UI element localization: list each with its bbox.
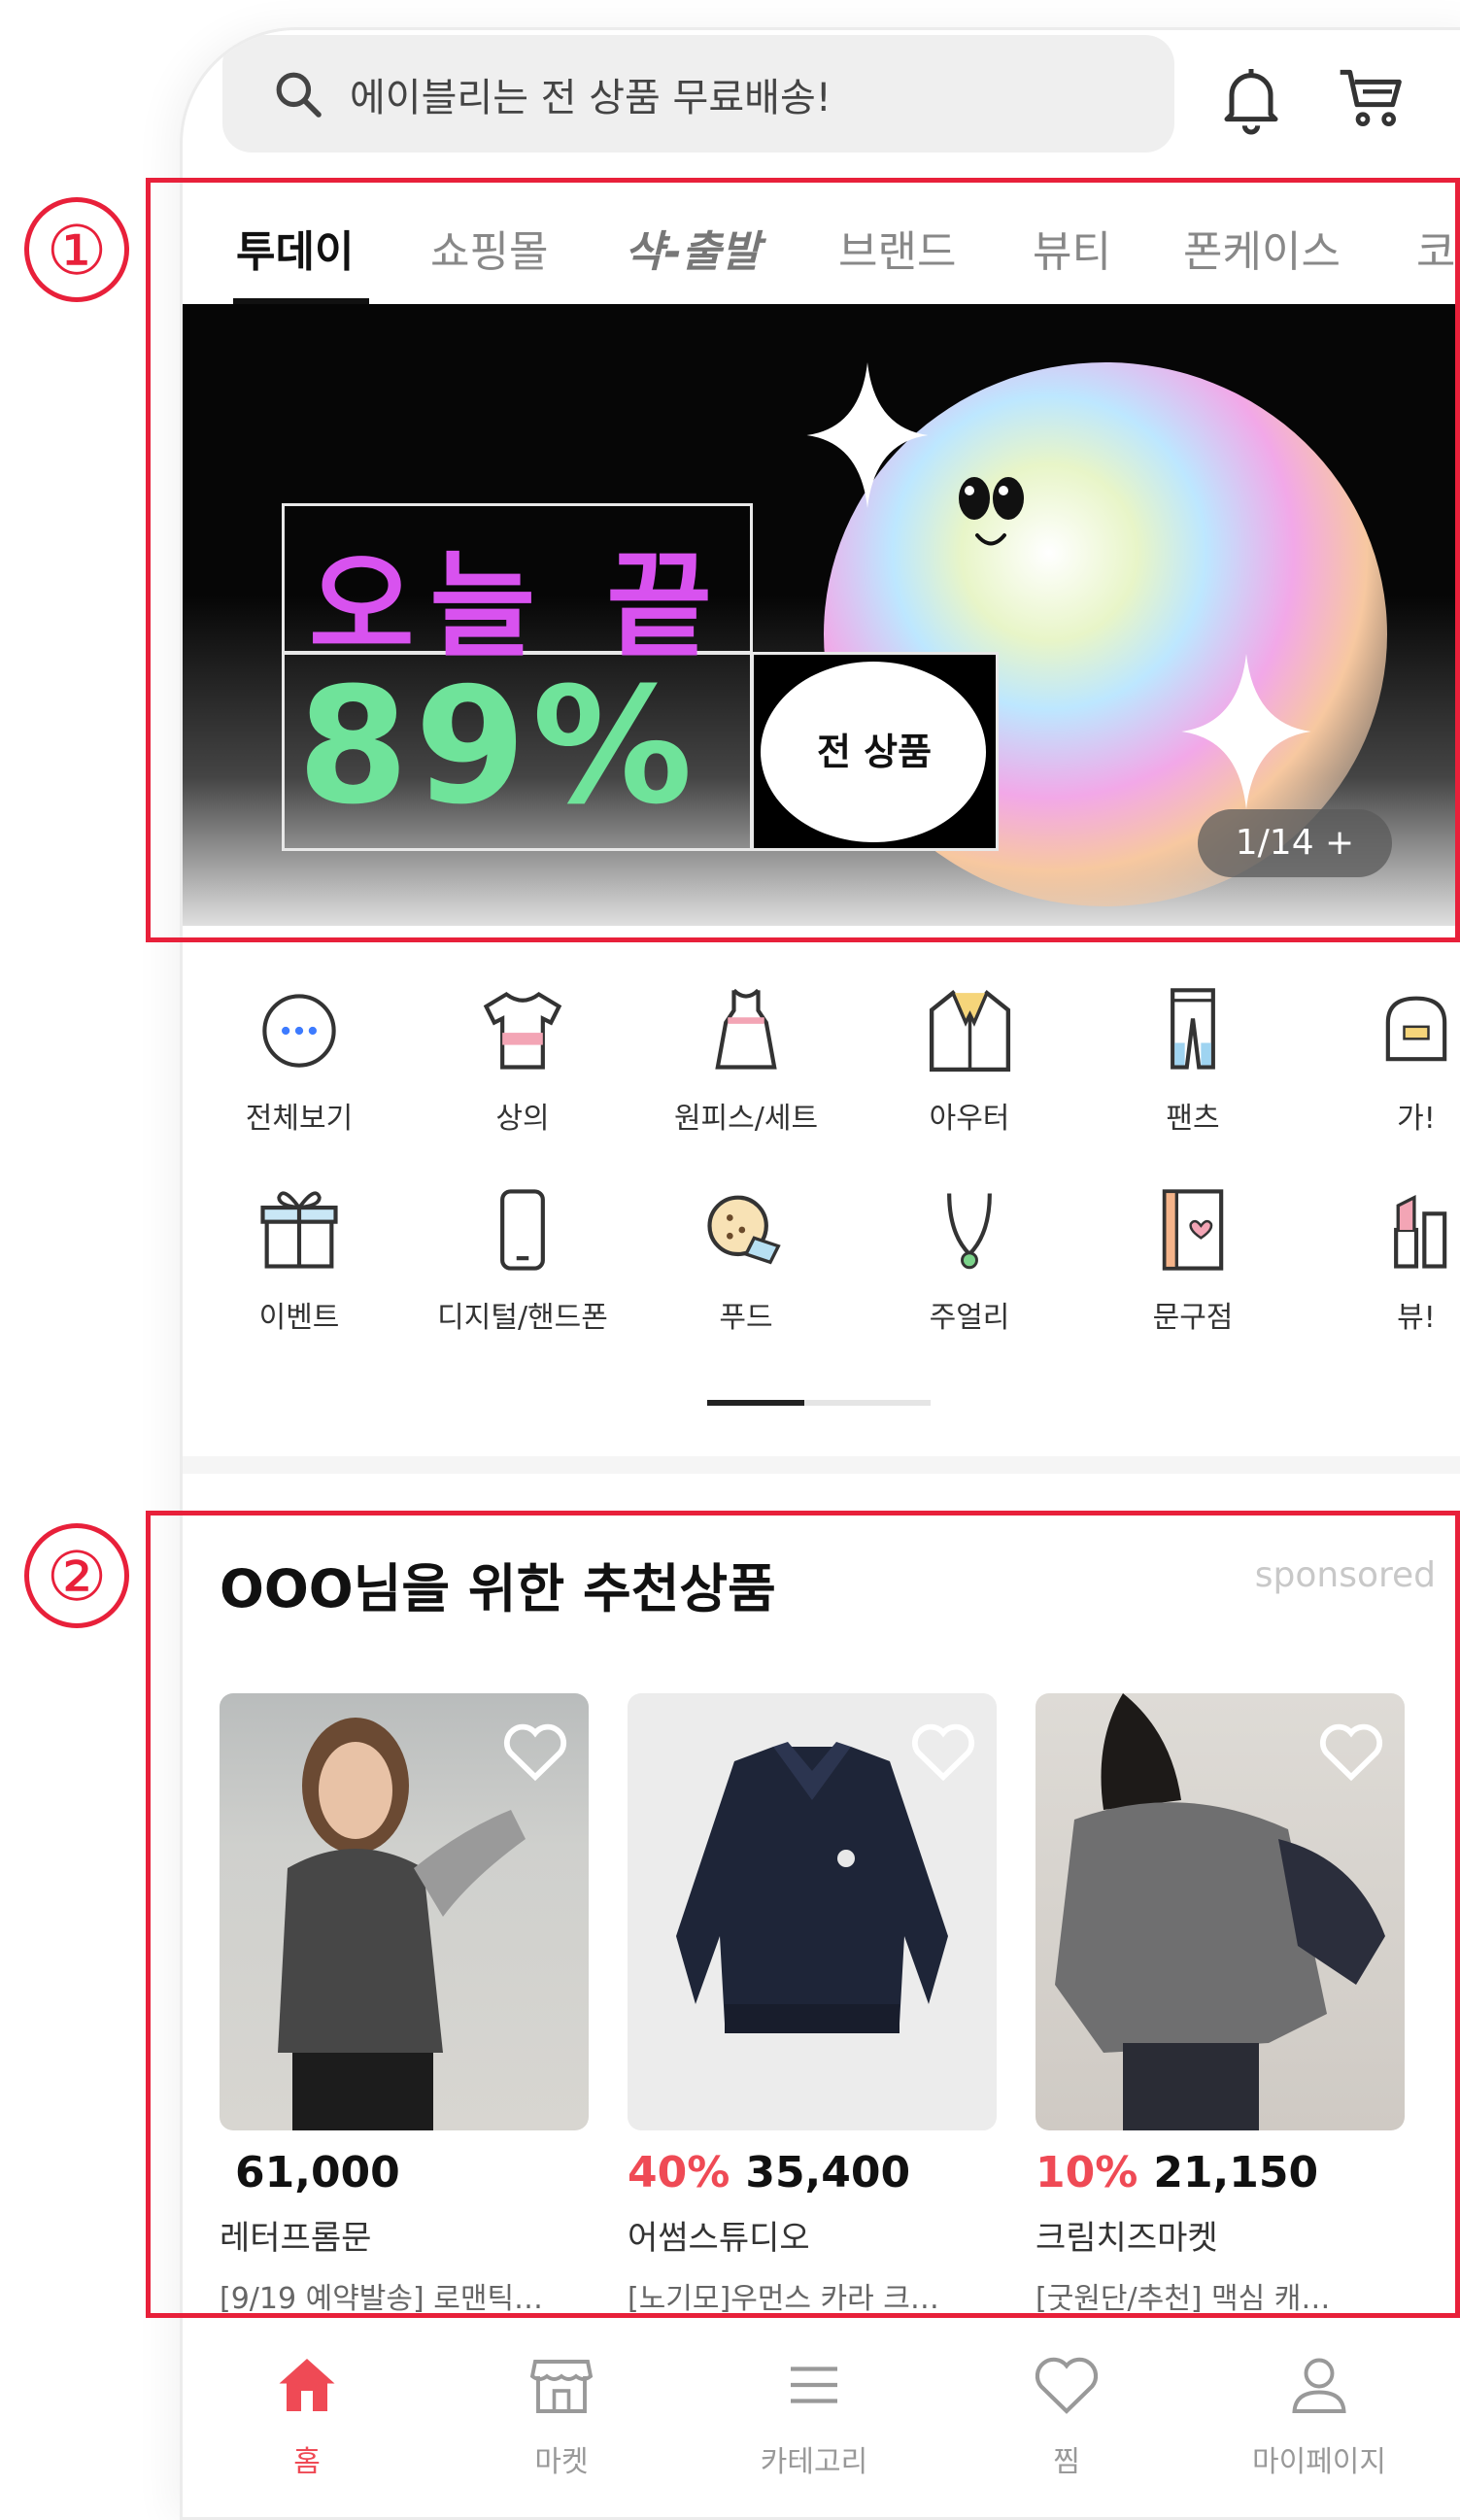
nav-wishlist[interactable]: 찜 <box>960 2350 1173 2480</box>
category-tops[interactable]: 상의 <box>425 977 620 1137</box>
category-all[interactable]: 전체보기 <box>202 977 396 1137</box>
annotation-box-1 <box>146 178 1460 942</box>
jacket-icon <box>929 989 1010 1072</box>
section-divider <box>183 1456 1460 1474</box>
category-beauty[interactable]: 뷰! <box>1319 1176 1460 1336</box>
nav-label: 마켓 <box>534 2445 589 2479</box>
gift-icon <box>260 1191 338 1269</box>
nav-label: 홈 <box>293 2445 321 2479</box>
nav-label: 마이페이지 <box>1252 2445 1386 2479</box>
category-stationery[interactable]: 문구점 <box>1096 1176 1290 1336</box>
annotation-box-2 <box>146 1511 1460 2318</box>
more-dots-icon <box>262 994 336 1068</box>
category-label: 아우터 <box>929 1102 1010 1136</box>
category-label: 디지털/핸드폰 <box>437 1301 608 1335</box>
annotation-marker-1: ① <box>24 197 129 302</box>
pants-icon <box>1171 988 1215 1070</box>
category-label: 주얼리 <box>929 1301 1010 1335</box>
category-label: 전체보기 <box>245 1102 354 1136</box>
category-label: 팬츠 <box>1166 1102 1220 1136</box>
category-label: 문구점 <box>1152 1301 1234 1335</box>
search-placeholder: 에이블리는 전 상품 무료배송! <box>350 75 832 120</box>
lipstick-icon <box>1394 1194 1447 1269</box>
category-digital[interactable]: 디지털/핸드폰 <box>425 1176 620 1336</box>
nav-category[interactable]: 카테고리 <box>707 2350 921 2480</box>
category-bag[interactable]: 가! <box>1319 977 1460 1137</box>
category-label: 이벤트 <box>258 1301 340 1335</box>
heart-icon <box>1035 2357 1099 2414</box>
search-bar[interactable]: 에이블리는 전 상품 무료배송! <box>222 35 1174 153</box>
home-icon <box>279 2359 335 2411</box>
tshirt-icon <box>483 991 562 1070</box>
annotation-marker-2: ② <box>24 1523 129 1628</box>
category-outer[interactable]: 아우터 <box>872 977 1067 1137</box>
phone-icon <box>500 1189 545 1271</box>
category-label: 푸드 <box>719 1301 773 1335</box>
notebook-icon <box>1162 1189 1224 1271</box>
nav-label: 찜 <box>1053 2445 1080 2479</box>
store-icon <box>529 2360 594 2413</box>
nav-label: 카테고리 <box>760 2445 868 2479</box>
category-jewelry[interactable]: 주얼리 <box>872 1176 1067 1336</box>
user-icon <box>1292 2358 1346 2413</box>
menu-icon <box>791 2367 837 2403</box>
nav-home[interactable]: 홈 <box>200 2350 414 2480</box>
nav-mypage[interactable]: 마이페이지 <box>1212 2350 1426 2480</box>
bell-icon[interactable] <box>1212 59 1290 137</box>
category-onepiece[interactable]: 원피스/세트 <box>649 977 843 1137</box>
pager-active <box>707 1400 804 1406</box>
category-food[interactable]: 푸드 <box>649 1176 843 1336</box>
category-pager <box>707 1400 931 1406</box>
necklace-icon <box>947 1193 992 1270</box>
category-label: 원피스/세트 <box>673 1102 819 1136</box>
category-label: 뷰! <box>1397 1301 1436 1335</box>
cookie-icon <box>707 1195 781 1265</box>
search-icon <box>276 72 322 118</box>
bag-icon <box>1385 996 1447 1062</box>
bottom-navigation: 홈 마켓 카테고리 찜 마이페이지 <box>183 2331 1460 2517</box>
cart-icon[interactable] <box>1334 59 1411 137</box>
nav-market[interactable]: 마켓 <box>455 2350 668 2480</box>
dress-icon <box>715 988 777 1070</box>
category-event[interactable]: 이벤트 <box>202 1176 396 1336</box>
category-label: 상의 <box>495 1102 550 1136</box>
category-label: 가! <box>1397 1102 1436 1136</box>
category-pants[interactable]: 팬츠 <box>1096 977 1290 1137</box>
